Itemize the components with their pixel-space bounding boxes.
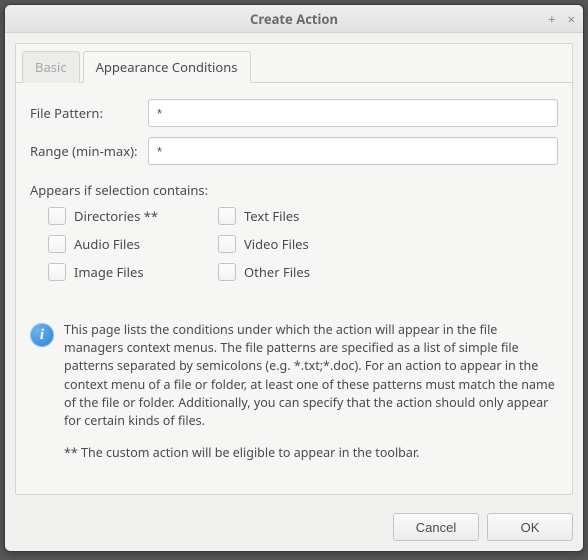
checkbox-label: Audio Files xyxy=(74,235,140,253)
info-paragraph: This page lists the conditions under whi… xyxy=(64,321,558,430)
ok-button[interactable]: OK xyxy=(487,513,573,541)
titlebar: Create Action + × xyxy=(5,5,583,33)
appearance-pane: File Pattern: Range (min-max): Appears i… xyxy=(16,83,572,494)
cancel-button[interactable]: Cancel xyxy=(393,513,479,541)
range-input[interactable] xyxy=(148,137,558,165)
contains-grid: Directories ** Text Files Audio Files Vi… xyxy=(30,207,558,281)
checkbox-icon xyxy=(48,207,66,225)
info-footnote: ** The custom action will be eligible to… xyxy=(64,444,558,462)
checkbox-directories[interactable]: Directories ** xyxy=(48,207,218,225)
tab-appearance-conditions[interactable]: Appearance Conditions xyxy=(83,51,251,83)
tab-basic[interactable]: Basic xyxy=(22,51,80,83)
contains-label: Appears if selection contains: xyxy=(30,181,558,199)
range-label: Range (min-max): xyxy=(30,142,148,160)
dialog-footer: Cancel OK xyxy=(5,505,583,551)
window-controls: + × xyxy=(546,5,577,32)
checkbox-audio-files[interactable]: Audio Files xyxy=(48,235,218,253)
file-pattern-input[interactable] xyxy=(148,99,558,127)
checkbox-label: Text Files xyxy=(244,207,299,225)
checkbox-label: Video Files xyxy=(244,235,309,253)
dialog-content: Basic Appearance Conditions File Pattern… xyxy=(15,43,573,495)
close-icon[interactable]: × xyxy=(566,10,577,28)
window-title: Create Action xyxy=(5,10,583,28)
checkbox-icon xyxy=(218,235,236,253)
checkbox-icon xyxy=(218,263,236,281)
checkbox-icon xyxy=(218,207,236,225)
range-row: Range (min-max): xyxy=(30,137,558,165)
info-block: i This page lists the conditions under w… xyxy=(30,317,558,484)
tab-bar: Basic Appearance Conditions xyxy=(16,44,572,83)
info-text: This page lists the conditions under whi… xyxy=(64,321,558,476)
maximize-icon[interactable]: + xyxy=(546,10,557,28)
checkbox-image-files[interactable]: Image Files xyxy=(48,263,218,281)
checkbox-video-files[interactable]: Video Files xyxy=(218,235,388,253)
checkbox-icon xyxy=(48,263,66,281)
checkbox-label: Directories ** xyxy=(74,207,158,225)
file-pattern-row: File Pattern: xyxy=(30,99,558,127)
checkbox-text-files[interactable]: Text Files xyxy=(218,207,388,225)
info-icon: i xyxy=(30,323,54,347)
file-pattern-label: File Pattern: xyxy=(30,104,148,122)
checkbox-label: Other Files xyxy=(244,263,310,281)
checkbox-label: Image Files xyxy=(74,263,144,281)
checkbox-icon xyxy=(48,235,66,253)
dialog-window: Create Action + × Basic Appearance Condi… xyxy=(4,4,584,552)
checkbox-other-files[interactable]: Other Files xyxy=(218,263,388,281)
